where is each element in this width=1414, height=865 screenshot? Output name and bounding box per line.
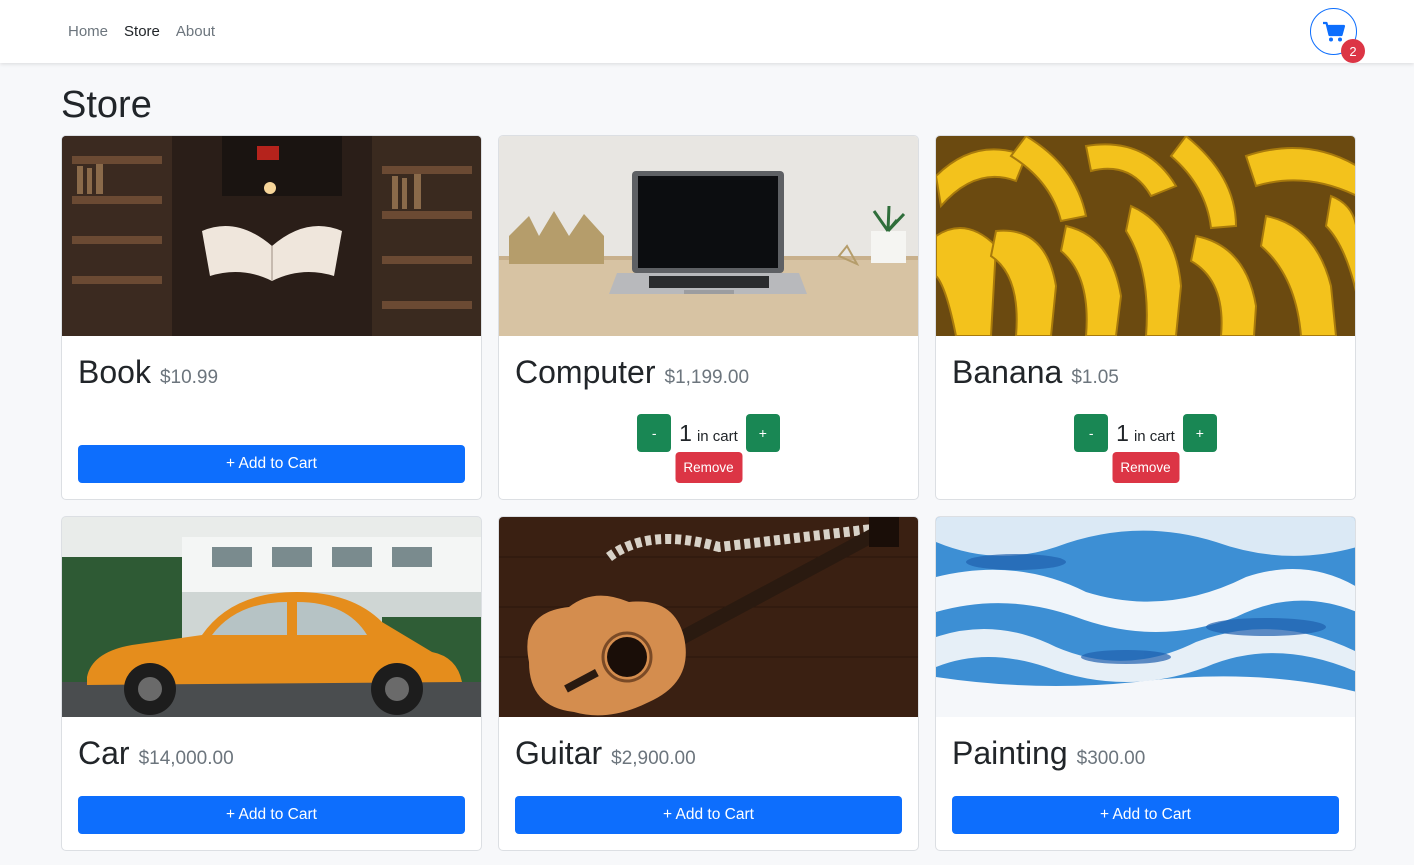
product-title-row: Guitar $2,900.00 [515,735,696,772]
add-to-cart-button[interactable]: + Add to Cart [78,796,465,834]
quantity-value: 1 [1116,419,1129,446]
product-card-computer: Computer $1,199.00 - 1 in cart + Remove [498,135,919,500]
product-price: $300.00 [1076,748,1146,769]
shopping-cart-icon [1323,21,1346,42]
product-title-row: Banana $1.05 [952,354,1119,391]
cart-count-badge: 2 [1341,39,1365,63]
product-price: $1,199.00 [664,367,750,388]
increase-quantity-button[interactable]: + [1182,414,1217,452]
cart-button[interactable]: 2 [1310,8,1365,63]
product-title-row: Book $10.99 [78,354,218,391]
product-card-book: Book $10.99 + Add to Cart [61,135,482,500]
product-name: Guitar [515,735,603,771]
nav-link-store[interactable]: Store [116,23,168,40]
banana-image [936,136,1355,336]
product-card-banana: Banana $1.05 - 1 in cart + Remove [935,135,1356,500]
product-title-row: Painting $300.00 [952,735,1145,772]
product-name: Computer [515,354,656,390]
quantity-label: in cart [1133,427,1175,445]
product-card-car: Car $14,000.00 + Add to Cart [61,516,482,851]
guitar-image [499,517,918,717]
nav-link-home[interactable]: Home [60,23,116,40]
book-image [62,136,481,336]
product-title-row: Car $14,000.00 [78,735,234,772]
quantity-display: 1 in cart [1116,420,1175,447]
product-name: Book [78,354,151,390]
increase-quantity-button[interactable]: + [745,414,780,452]
product-card-painting: Painting $300.00 + Add to Cart [935,516,1356,851]
remove-button[interactable]: Remove [1112,452,1179,483]
add-to-cart-button[interactable]: + Add to Cart [515,796,902,834]
quantity-control: - 1 in cart + [499,414,918,452]
add-to-cart-button[interactable]: + Add to Cart [952,796,1339,834]
decrease-quantity-button[interactable]: - [637,414,672,452]
product-title-row: Computer $1,199.00 [515,354,749,391]
nav-link-about[interactable]: About [168,23,223,40]
product-price: $10.99 [159,367,219,388]
painting-image [936,517,1355,717]
navbar: Home Store About 2 [0,0,1414,63]
nav-links: Home Store About [60,0,223,63]
product-card-guitar: Guitar $2,900.00 + Add to Cart [498,516,919,851]
page-title: Store [61,84,152,126]
product-name: Painting [952,735,1068,771]
add-to-cart-button[interactable]: + Add to Cart [78,445,465,483]
remove-button[interactable]: Remove [675,452,742,483]
quantity-label: in cart [696,427,738,445]
product-name: Car [78,735,130,771]
quantity-value: 1 [679,419,692,446]
product-name: Banana [952,354,1063,390]
decrease-quantity-button[interactable]: - [1074,414,1109,452]
car-image [62,517,481,717]
product-price: $1.05 [1071,367,1119,388]
quantity-display: 1 in cart [679,420,738,447]
computer-image [499,136,918,336]
product-price: $14,000.00 [138,748,234,769]
quantity-control: - 1 in cart + [936,414,1355,452]
product-price: $2,900.00 [611,748,696,769]
